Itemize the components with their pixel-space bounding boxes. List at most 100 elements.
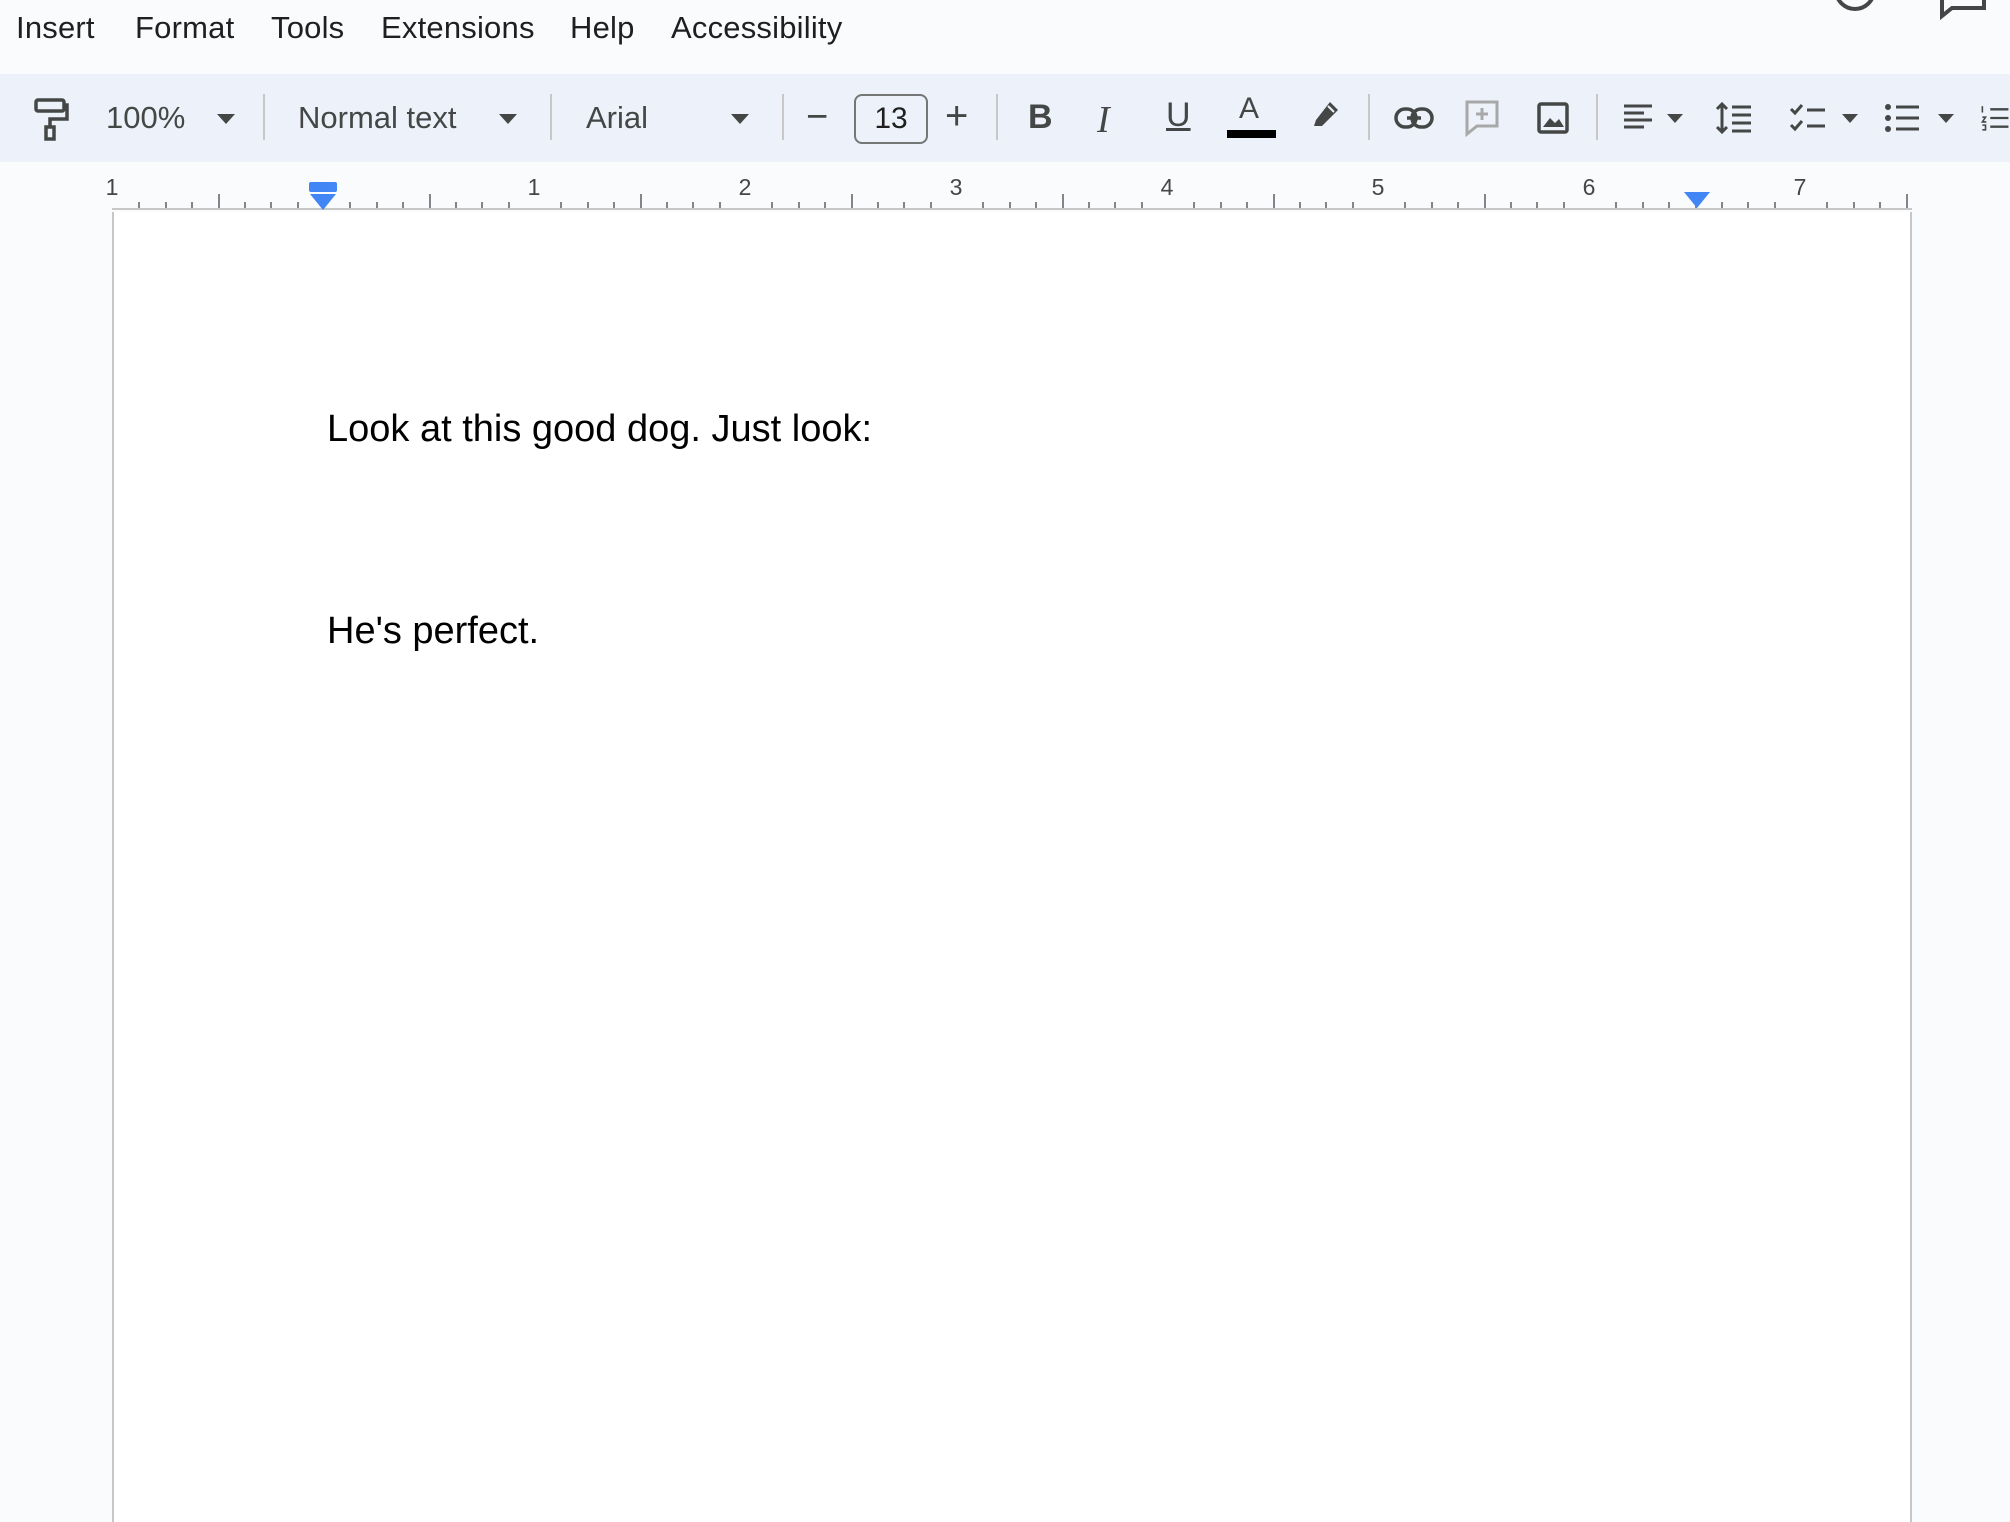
align-caret-icon[interactable]: [1667, 114, 1683, 123]
zoom-caret-icon[interactable]: [217, 114, 235, 124]
ruler-tick: [1114, 202, 1117, 208]
ruler-tick: [1061, 194, 1064, 208]
bullet-caret-icon[interactable]: [1938, 114, 1954, 123]
menu-help[interactable]: Help: [570, 10, 635, 46]
ruler-tick: [1720, 202, 1723, 208]
ruler-label: 5: [1371, 174, 1385, 200]
ruler-tick: [1325, 202, 1328, 208]
checklist-icon[interactable]: [1788, 98, 1828, 138]
ruler-tick: [217, 194, 220, 208]
ruler-tick: [1852, 202, 1855, 208]
toolbar: 100% Normal text Arial − 13 + B I U A: [0, 74, 2010, 162]
ruler-tick: [1008, 202, 1011, 208]
paint-format-icon[interactable]: [30, 96, 72, 142]
ruler-tick: [1536, 202, 1539, 208]
ruler-tick: [138, 202, 141, 208]
ruler-tick: [1430, 202, 1433, 208]
ruler-tick: [850, 194, 853, 208]
ruler-tick: [191, 202, 194, 208]
font-caret-icon[interactable]: [731, 114, 749, 124]
paragraph[interactable]: He's perfect.: [327, 610, 539, 653]
bold-button[interactable]: B: [1028, 98, 1053, 137]
menu-extensions[interactable]: Extensions: [381, 10, 535, 46]
ruler[interactable]: 1 1 2 3 4 5 6 7: [0, 162, 2010, 212]
line-spacing-icon[interactable]: [1714, 98, 1754, 138]
ruler-tick: [1087, 202, 1090, 208]
ruler-tick: [1140, 202, 1143, 208]
add-comment-icon[interactable]: [1462, 96, 1502, 140]
text-color-swatch: [1227, 130, 1276, 138]
ruler-tick: [1193, 202, 1196, 208]
menu-insert[interactable]: Insert: [16, 10, 95, 46]
ruler-tick: [824, 202, 827, 208]
ruler-tick: [797, 202, 800, 208]
align-left-icon[interactable]: [1620, 98, 1656, 138]
paragraph-style-select[interactable]: Normal text: [298, 100, 456, 136]
ruler-tick: [771, 202, 774, 208]
ruler-tick: [243, 202, 246, 208]
menu-accessibility[interactable]: Accessibility: [671, 10, 842, 46]
font-size-input[interactable]: 13: [854, 94, 928, 144]
italic-button[interactable]: I: [1097, 98, 1110, 142]
style-caret-icon[interactable]: [499, 114, 517, 124]
ruler-tick: [718, 202, 721, 208]
font-select[interactable]: Arial: [586, 100, 648, 136]
ruler-tick: [613, 202, 616, 208]
right-indent-marker[interactable]: [1684, 192, 1710, 208]
left-indent-marker[interactable]: [310, 194, 336, 210]
ruler-tick: [1351, 202, 1354, 208]
ruler-tick: [1272, 194, 1275, 208]
ruler-tick: [1879, 202, 1882, 208]
zoom-select[interactable]: 100%: [106, 100, 185, 136]
ruler-label: 2: [738, 174, 752, 200]
menu-bar: Insert Format Tools Extensions Help Acce…: [0, 0, 2010, 72]
checklist-caret-icon[interactable]: [1842, 114, 1858, 123]
ruler-tick: [164, 202, 167, 208]
ruler-tick: [1246, 202, 1249, 208]
ruler-tick: [876, 202, 879, 208]
ruler-tick: [375, 202, 378, 208]
toolbar-separator: [1596, 94, 1598, 140]
ruler-tick: [903, 202, 906, 208]
highlight-icon[interactable]: [1306, 94, 1346, 134]
ruler-tick: [1668, 202, 1671, 208]
ruler-tick: [586, 202, 589, 208]
ruler-tick: [639, 194, 642, 208]
ruler-tick: [1826, 202, 1829, 208]
ruler-tick: [1219, 202, 1222, 208]
ruler-tick: [692, 202, 695, 208]
ruler-tick: [428, 194, 431, 208]
toolbar-separator: [263, 94, 265, 140]
ruler-tick: [1298, 202, 1301, 208]
ruler-tick: [507, 202, 510, 208]
document-page[interactable]: Look at this good dog. Just look: He's p…: [112, 212, 1912, 1522]
history-icon[interactable]: [1830, 0, 1880, 25]
ruler-tick: [1615, 202, 1618, 208]
menu-tools[interactable]: Tools: [271, 10, 344, 46]
first-line-indent-marker[interactable]: [309, 182, 337, 192]
ruler-label: 6: [1582, 174, 1596, 200]
underline-button[interactable]: U: [1166, 96, 1191, 135]
ruler-tick: [1483, 194, 1486, 208]
ruler-tick: [560, 202, 563, 208]
link-icon[interactable]: [1392, 98, 1436, 138]
ruler-tick: [454, 202, 457, 208]
numbered-list-icon[interactable]: [1980, 98, 2010, 138]
ruler-tick: [929, 202, 932, 208]
toolbar-separator: [1368, 94, 1370, 140]
ruler-label: 1: [105, 174, 119, 200]
ruler-tick: [1457, 202, 1460, 208]
ruler-tick: [1773, 202, 1776, 208]
text-color-button[interactable]: A: [1239, 92, 1259, 126]
ruler-tick: [1641, 202, 1644, 208]
paragraph[interactable]: Look at this good dog. Just look:: [327, 408, 872, 451]
bulleted-list-icon[interactable]: [1882, 98, 1922, 138]
comment-icon[interactable]: [1938, 0, 1990, 25]
insert-image-icon[interactable]: [1533, 98, 1573, 138]
increase-font-size-button[interactable]: +: [945, 94, 968, 139]
decrease-font-size-button[interactable]: −: [806, 96, 828, 139]
ruler-tick: [1509, 202, 1512, 208]
ruler-tick: [982, 202, 985, 208]
menu-format[interactable]: Format: [135, 10, 234, 46]
ruler-tick: [665, 202, 668, 208]
